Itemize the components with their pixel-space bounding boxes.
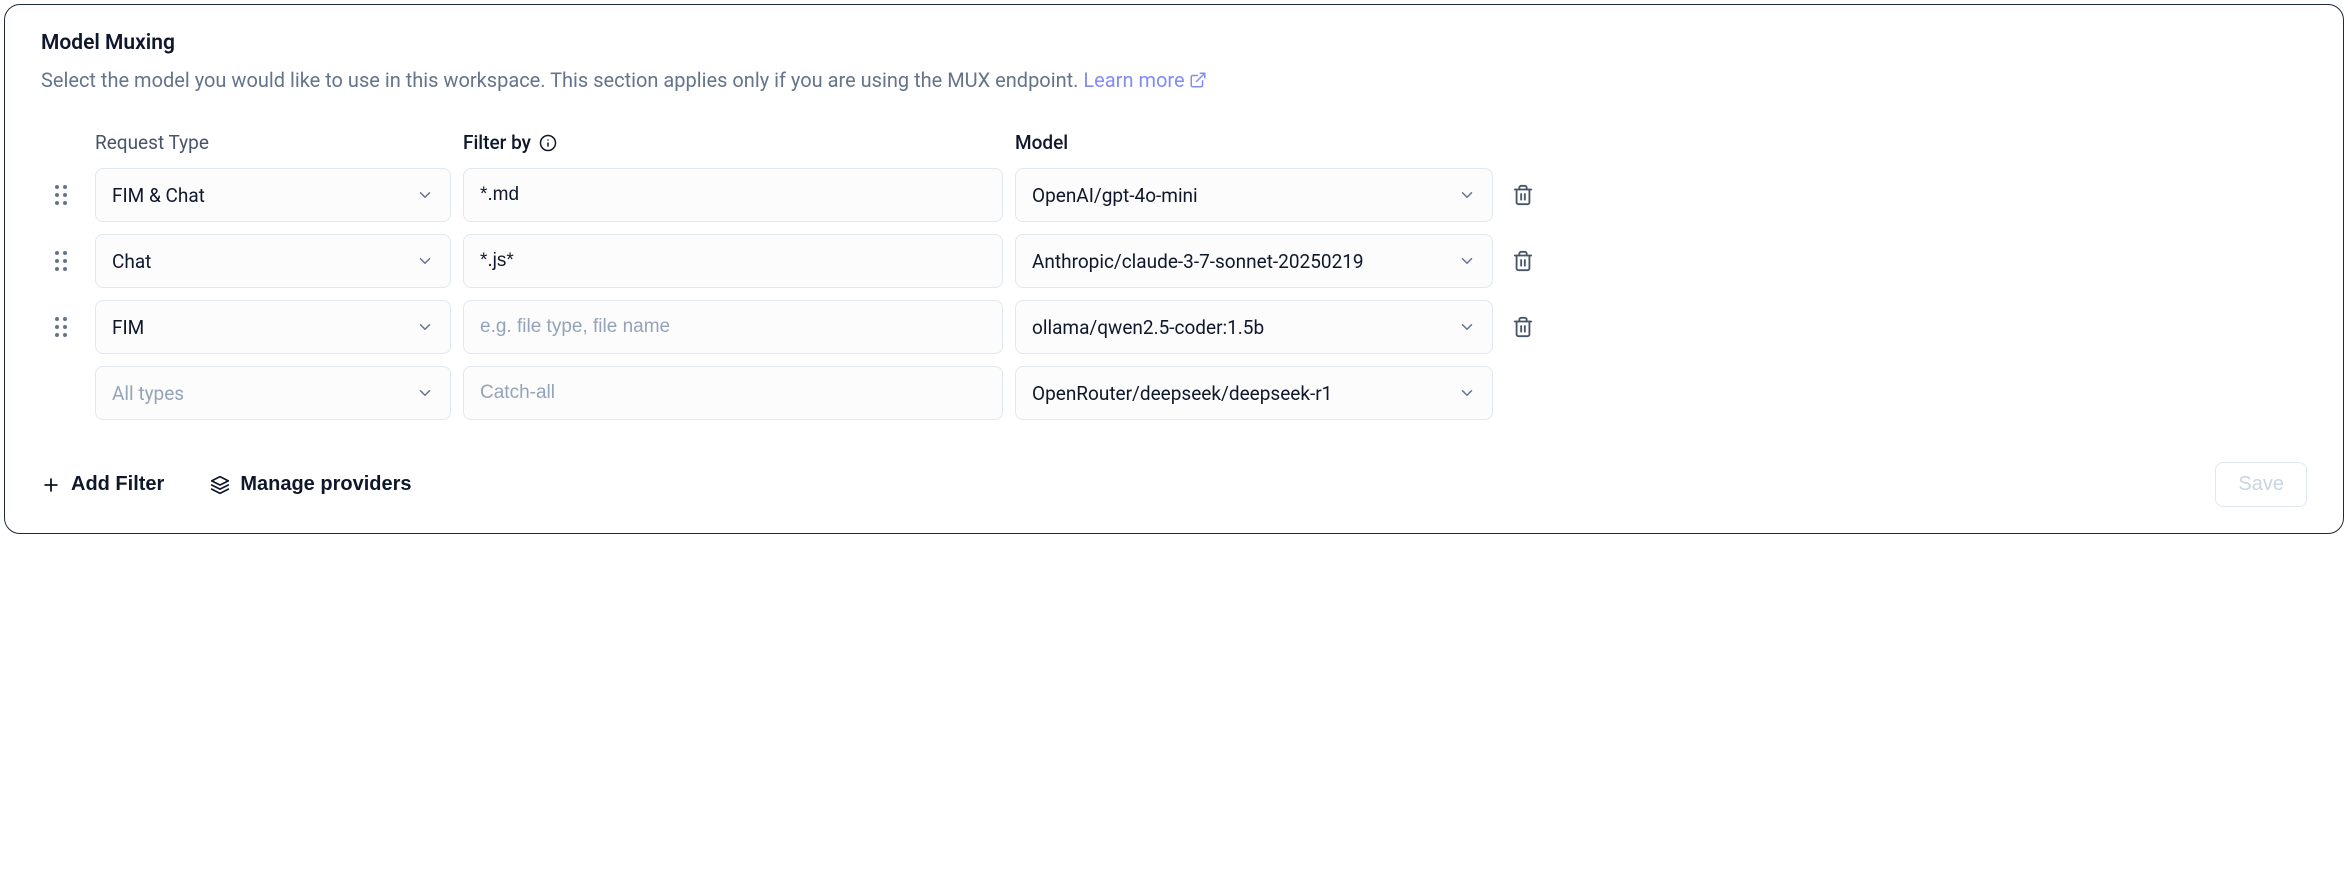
model-value: Anthropic/claude-3-7-sonnet-20250219 [1032,250,1364,273]
chevron-down-icon [1458,252,1476,270]
chevron-down-icon [1458,318,1476,336]
table-header: Request Type Filter by Model [41,131,2307,154]
model-muxing-panel: Model Muxing Select the model you would … [4,4,2344,534]
drag-handle-icon[interactable] [41,248,83,274]
delete-rule-button[interactable] [1505,309,1541,345]
panel-description: Select the model you would like to use i… [41,65,2307,95]
drag-handle-icon[interactable] [41,182,83,208]
model-select[interactable]: OpenAI/gpt-4o-mini [1015,168,1493,222]
request-type-select[interactable]: FIM & Chat [95,168,451,222]
model-select[interactable]: OpenRouter/deepseek/deepseek-r1 [1015,366,1493,420]
request-type-value: FIM [112,316,144,339]
request-type-value: Chat [112,250,151,273]
filter-input-wrapper [463,168,1003,222]
filter-input-wrapper [463,366,1003,420]
filter-input[interactable] [480,169,986,221]
filter-input[interactable] [480,301,986,353]
plus-icon [41,475,61,495]
chevron-down-icon [1458,186,1476,204]
filter-input-wrapper [463,300,1003,354]
rule-row: FIM & Chat OpenAI/gpt-4o-mini [41,168,2307,222]
chevron-down-icon [416,318,434,336]
chevron-down-icon [1458,384,1476,402]
delete-rule-button[interactable] [1505,243,1541,279]
external-link-icon [1189,71,1207,89]
trash-icon [1512,250,1534,272]
panel-footer: Add Filter Manage providers Save [41,462,2307,507]
trash-icon [1512,184,1534,206]
model-select[interactable]: ollama/qwen2.5-coder:1.5b [1015,300,1493,354]
trash-icon [1512,316,1534,338]
info-icon[interactable] [539,134,557,152]
learn-more-link[interactable]: Learn more [1083,68,1206,92]
chevron-down-icon [416,252,434,270]
chevron-down-icon [416,384,434,402]
model-value: ollama/qwen2.5-coder:1.5b [1032,316,1264,339]
filter-input[interactable] [480,235,986,287]
rule-row: FIM ollama/qwen2.5-coder:1.5b [41,300,2307,354]
delete-rule-button[interactable] [1505,177,1541,213]
filter-input-wrapper [463,234,1003,288]
chevron-down-icon [416,186,434,204]
panel-title: Model Muxing [41,31,2307,55]
request-type-select: All types [95,366,451,420]
header-model: Model [1015,131,1493,154]
header-filter-by: Filter by [463,131,1003,154]
request-type-value: FIM & Chat [112,184,205,207]
filter-input [480,367,986,419]
rule-row: Chat Anthropic/claude-3-7-sonnet-20250219 [41,234,2307,288]
layers-icon [210,475,230,495]
header-request-type: Request Type [95,131,451,154]
add-filter-button[interactable]: Add Filter [41,473,164,496]
manage-providers-button[interactable]: Manage providers [210,473,411,496]
model-select[interactable]: Anthropic/claude-3-7-sonnet-20250219 [1015,234,1493,288]
save-button[interactable]: Save [2215,462,2307,507]
request-type-select[interactable]: FIM [95,300,451,354]
model-value: OpenAI/gpt-4o-mini [1032,184,1198,207]
model-value: OpenRouter/deepseek/deepseek-r1 [1032,382,1332,405]
rules-list: FIM & Chat OpenAI/gpt-4o-mini Chat Anthropi… [41,168,2307,420]
rule-row: All types OpenRouter/deepseek/deepseek-r1 [41,366,2307,420]
request-type-value: All types [112,382,184,405]
request-type-select[interactable]: Chat [95,234,451,288]
drag-handle-icon[interactable] [41,314,83,340]
